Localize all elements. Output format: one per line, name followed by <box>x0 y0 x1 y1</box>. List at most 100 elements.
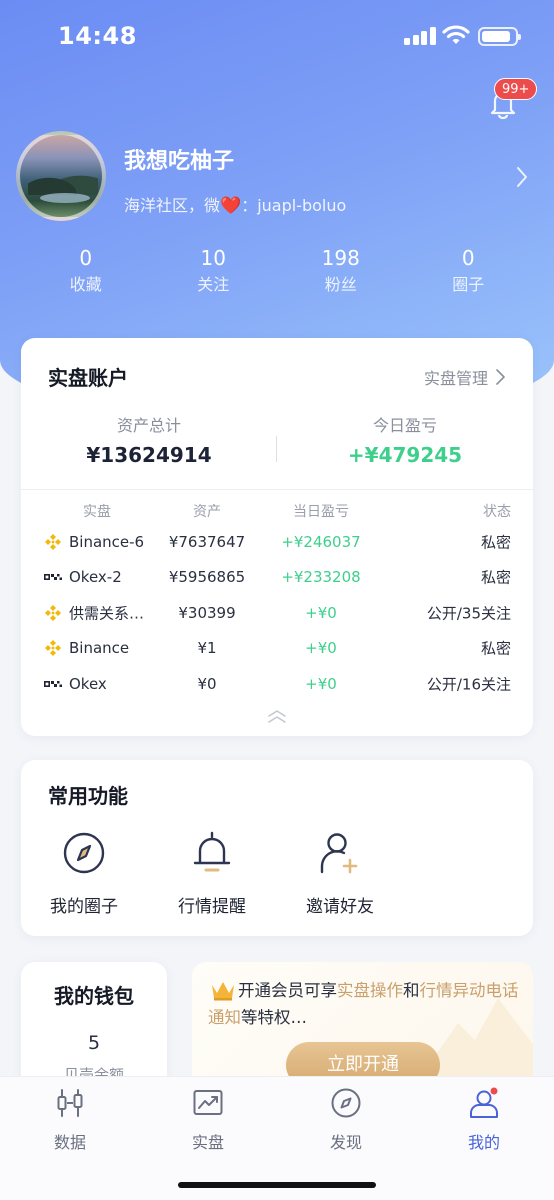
table-row[interactable]: Okex ¥0 +¥0 公开/16关注 <box>21 666 533 702</box>
stat-value: 10 <box>200 246 226 270</box>
table-row[interactable]: Okex-2 ¥5956865 +¥233208 私密 <box>21 560 533 596</box>
compass-icon <box>331 1088 361 1118</box>
vip-promo-text: 开通会员可享实盘操作和行情异动电话通知等特权… <box>208 977 520 1031</box>
status-value: 公开/35关注 <box>426 604 511 623</box>
binance-icon <box>45 533 61 550</box>
account-summary: 资产总计 ¥13624914 今日盈亏 +¥479245 <box>21 414 533 486</box>
tab-label: 数据 <box>53 1133 86 1152</box>
pnl-value: +¥233208 <box>281 568 361 587</box>
okex-icon <box>44 680 62 687</box>
today-pnl-value: +¥479245 <box>347 443 463 467</box>
exchange-name: Okex-2 <box>69 568 122 587</box>
signal-icon <box>404 27 436 45</box>
functions-card-title: 常用功能 <box>48 784 128 808</box>
bell-icon <box>193 831 231 872</box>
account-card-title: 实盘账户 <box>48 366 128 390</box>
tab-mine[interactable]: 我的 <box>444 1087 524 1153</box>
notification-badge: 99+ <box>494 78 538 100</box>
column-header: 当日盈亏 <box>293 504 349 520</box>
function-my-circle[interactable]: 我的圈子 <box>34 830 134 917</box>
stat-followers[interactable]: 198 粉丝 <box>277 244 405 304</box>
avatar[interactable] <box>16 131 106 221</box>
tab-real-account[interactable]: 实盘 <box>168 1087 248 1153</box>
wallet-balance: 5 <box>87 1032 101 1054</box>
pnl-value: +¥0 <box>305 674 337 693</box>
status-value: 私密 <box>480 533 511 552</box>
column-header: 实盘 <box>83 504 111 520</box>
table-row[interactable]: 供需关系… ¥30399 +¥0 公开/35关注 <box>21 595 533 631</box>
table-row[interactable]: Binance ¥1 +¥0 私密 <box>21 631 533 667</box>
exchange-name: Binance-6 <box>69 532 145 551</box>
exchange-name: Binance <box>69 639 130 658</box>
stat-following[interactable]: 10 关注 <box>150 244 278 304</box>
profile-name: 我想吃柚子 <box>124 149 235 174</box>
total-assets-value: ¥13624914 <box>86 443 212 467</box>
stat-label: 收藏 <box>69 275 102 294</box>
pnl-value: +¥246037 <box>281 532 361 551</box>
bio-suffix: ：juapl-boluo <box>241 196 347 215</box>
asset-value: ¥0 <box>197 674 217 693</box>
total-assets-label: 资产总计 <box>116 416 181 435</box>
status-time: 14:48 <box>58 22 137 50</box>
column-header: 资产 <box>193 504 221 520</box>
tab-data[interactable]: 数据 <box>30 1087 110 1153</box>
account-manage-label: 实盘管理 <box>423 369 488 388</box>
okex-icon <box>44 574 62 581</box>
battery-icon <box>478 27 521 46</box>
chart-icon <box>193 1090 223 1115</box>
total-assets: 资产总计 ¥13624914 <box>21 414 277 486</box>
stat-label: 粉丝 <box>324 275 357 294</box>
column-header: 状态 <box>483 504 511 520</box>
heart-icon: ❤️ <box>220 196 242 216</box>
user-icon <box>470 1087 498 1118</box>
stat-value: 198 <box>321 246 360 270</box>
binance-icon <box>45 640 61 657</box>
pnl-value: +¥0 <box>305 639 337 658</box>
summary-divider <box>276 436 277 462</box>
vip-text-after: 等特权… <box>241 1008 307 1027</box>
profile-chevron-right-icon[interactable] <box>516 166 528 188</box>
tab-discover[interactable]: 发现 <box>306 1087 386 1153</box>
exchange-name: Okex <box>69 674 107 693</box>
account-manage-link[interactable]: 实盘管理 <box>424 365 505 389</box>
asset-value: ¥7637647 <box>168 532 246 551</box>
today-pnl: 今日盈亏 +¥479245 <box>277 414 533 486</box>
table-header: 实盘 资产 当日盈亏 状态 <box>21 498 533 524</box>
function-label: 我的圈子 <box>50 897 118 917</box>
tab-label: 实盘 <box>191 1133 224 1152</box>
asset-value: ¥5956865 <box>168 568 246 587</box>
today-pnl-label: 今日盈亏 <box>372 416 437 435</box>
status-value: 公开/16关注 <box>426 675 511 694</box>
wallet-title: 我的钱包 <box>54 984 134 1008</box>
table-row[interactable]: Binance-6 ¥7637647 +¥246037 私密 <box>21 524 533 560</box>
functions-card: 常用功能 我的圈子 行情提醒 邀请好友 <box>21 760 533 936</box>
candlestick-icon <box>57 1089 83 1117</box>
status-value: 私密 <box>480 568 511 587</box>
status-bar: 14:48 <box>0 0 554 70</box>
compass-circle-icon <box>63 832 105 874</box>
stat-label: 关注 <box>197 275 230 294</box>
home-indicator <box>178 1182 376 1188</box>
stat-circles[interactable]: 0 圈子 <box>405 244 533 304</box>
binance-icon <box>45 604 61 621</box>
exchange-name: 供需关系… <box>69 604 145 623</box>
stat-value: 0 <box>461 246 475 270</box>
function-label: 邀请好友 <box>306 897 374 917</box>
vip-highlight-trading: 实盘操作 <box>337 981 403 1000</box>
account-card: 实盘账户 实盘管理 资产总计 ¥13624914 今日盈亏 +¥479245 实… <box>21 338 533 736</box>
tab-label: 发现 <box>329 1133 362 1152</box>
collapse-chevron-icon[interactable] <box>266 708 288 724</box>
stat-label: 圈子 <box>452 275 485 294</box>
vip-text-before: 开通会员可享 <box>238 981 337 1000</box>
vip-text-and: 和 <box>403 981 420 1000</box>
function-invite-friends[interactable]: 邀请好友 <box>290 830 390 917</box>
profile-stats: 0 收藏 10 关注 198 粉丝 0 圈子 <box>22 244 532 304</box>
wifi-icon <box>442 25 470 44</box>
add-user-icon <box>320 833 358 874</box>
divider <box>21 489 533 490</box>
stat-favorites[interactable]: 0 收藏 <box>22 244 150 304</box>
profile-bio: 海洋社区，微❤️：juapl-boluo <box>124 192 346 216</box>
function-price-alert[interactable]: 行情提醒 <box>162 830 262 917</box>
asset-value: ¥30399 <box>178 603 236 622</box>
account-table: 实盘 资产 当日盈亏 状态 Binance-6 ¥7637647 +¥246037 私… <box>21 498 533 702</box>
